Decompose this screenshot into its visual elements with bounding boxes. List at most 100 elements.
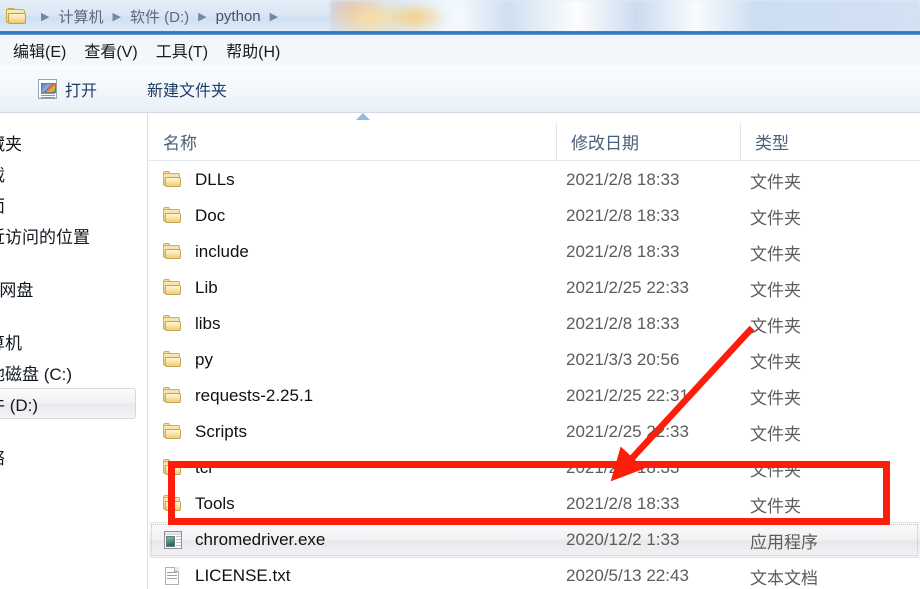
folder-icon bbox=[163, 495, 183, 513]
breadcrumb-separator-0[interactable]: ▶ bbox=[34, 10, 56, 23]
file-name-cell[interactable]: Scripts bbox=[149, 422, 556, 442]
file-type-cell: 文件夹 bbox=[750, 316, 801, 336]
file-type-cell: 文件夹 bbox=[750, 280, 801, 300]
column-header-type[interactable]: 类型 bbox=[740, 122, 920, 161]
file-name-cell[interactable]: include bbox=[149, 242, 556, 262]
file-name-cell[interactable]: requests-2.25.1 bbox=[149, 386, 556, 406]
open-button-label: 打开 bbox=[65, 82, 98, 100]
file-type-cell: 文件夹 bbox=[750, 496, 801, 516]
sidebar-item-wps-cloud[interactable]: S网盘 bbox=[0, 273, 148, 304]
folder-icon bbox=[6, 8, 27, 25]
file-date-cell: 2021/2/8 18:33 bbox=[566, 494, 680, 513]
breadcrumb-item-drive-d[interactable]: 软件 (D:) bbox=[128, 5, 191, 28]
sidebar-item-software-d[interactable]: 件 (D:) bbox=[0, 388, 136, 419]
file-name-label: chromedriver.exe bbox=[195, 530, 326, 549]
sidebar-item-label: 载 bbox=[0, 161, 5, 186]
file-name-label: LICENSE.txt bbox=[195, 566, 291, 585]
file-name-cell[interactable]: Doc bbox=[149, 206, 556, 226]
sidebar-item-label: 近访问的位置 bbox=[0, 228, 90, 247]
sidebar-item-label: 算机 bbox=[0, 334, 22, 353]
file-row[interactable]: requests-2.25.1 2021/2/25 22:31 文件夹 bbox=[149, 378, 920, 414]
breadcrumb-separator-1[interactable]: ▶ bbox=[105, 10, 127, 23]
folder-icon bbox=[163, 387, 183, 405]
sidebar-item-desktop[interactable]: 面 bbox=[0, 189, 148, 220]
menu-item-view[interactable]: 查看(V) bbox=[75, 36, 146, 64]
sidebar-item-network[interactable]: 络 bbox=[0, 441, 148, 472]
file-name-cell[interactable]: chromedriver.exe bbox=[149, 530, 556, 550]
file-name-cell[interactable]: libs bbox=[149, 314, 556, 334]
file-name-label: Tools bbox=[195, 494, 235, 513]
file-name-cell[interactable]: Tools bbox=[149, 494, 556, 514]
column-header-row: 名称 修改日期 类型 bbox=[149, 122, 920, 161]
menu-item-help[interactable]: 帮助(H) bbox=[217, 36, 289, 64]
sidebar-item-favorites[interactable]: 藏夹 bbox=[0, 127, 148, 158]
file-date-cell: 2021/2/8 18:33 bbox=[566, 314, 680, 333]
file-name-cell[interactable]: py bbox=[149, 350, 556, 370]
file-date-cell: 2021/2/8 18:33 bbox=[566, 206, 680, 225]
file-name-label: Doc bbox=[195, 206, 226, 225]
file-row[interactable]: Tools 2021/2/8 18:33 文件夹 bbox=[149, 486, 920, 522]
new-folder-button-label: 新建文件夹 bbox=[147, 82, 228, 100]
navigation-pane[interactable]: 藏夹 载 面 近访问的位置 S网盘 算机 地磁盘 (C:) 件 (D:) 络 bbox=[0, 113, 148, 589]
file-row[interactable]: tcl 2021/2/8 18:33 文件夹 bbox=[149, 450, 920, 486]
open-file-icon bbox=[38, 78, 57, 99]
file-row[interactable]: chromedriver.exe 2020/12/2 1:33 应用程序 bbox=[149, 522, 920, 558]
file-name-cell[interactable]: LICENSE.txt bbox=[149, 566, 556, 586]
file-list-pane[interactable]: 名称 修改日期 类型 DLLs 2021/2/8 18:33 文件夹 Doc 2021/… bbox=[149, 113, 920, 589]
sidebar-item-label: S网盘 bbox=[0, 281, 34, 300]
file-name-label: DLLs bbox=[195, 170, 235, 189]
breadcrumb-separator-2[interactable]: ▶ bbox=[191, 10, 213, 23]
file-name-cell[interactable]: Lib bbox=[149, 278, 556, 298]
folder-icon bbox=[163, 423, 183, 441]
sidebar-item-label: 络 bbox=[0, 444, 5, 469]
file-name-cell[interactable]: tcl bbox=[149, 458, 556, 478]
file-date-cell: 2021/2/25 22:31 bbox=[566, 386, 689, 405]
file-row[interactable]: DLLs 2021/2/8 18:33 文件夹 bbox=[149, 162, 920, 198]
text-file-icon bbox=[163, 567, 183, 585]
address-bar[interactable]: ▶ 计算机 ▶ 软件 (D:) ▶ python ▶ bbox=[0, 0, 920, 33]
sidebar-item-local-disk-c[interactable]: 地磁盘 (C:) bbox=[0, 357, 148, 388]
file-row[interactable]: py 2021/3/3 20:56 文件夹 bbox=[149, 342, 920, 378]
breadcrumb-item-python[interactable]: python bbox=[214, 7, 263, 26]
sidebar-item-downloads[interactable]: 载 bbox=[0, 158, 148, 189]
file-row[interactable]: Lib 2021/2/25 22:33 文件夹 bbox=[149, 270, 920, 306]
breadcrumb-item-computer[interactable]: 计算机 bbox=[56, 5, 105, 28]
file-row[interactable]: LICENSE.txt 2020/5/13 22:43 文本文档 bbox=[149, 558, 920, 589]
file-name-label: libs bbox=[195, 314, 221, 333]
file-name-cell[interactable]: DLLs bbox=[149, 170, 556, 190]
folder-icon bbox=[163, 315, 183, 333]
file-date-cell: 2021/2/25 22:33 bbox=[566, 422, 689, 441]
file-type-cell: 文件夹 bbox=[750, 388, 801, 408]
menu-item-edit[interactable]: 编辑(E) bbox=[4, 36, 75, 64]
folder-icon bbox=[163, 243, 183, 261]
file-name-label: Scripts bbox=[195, 422, 247, 441]
sidebar-item-recent-places[interactable]: 近访问的位置 bbox=[0, 220, 148, 251]
new-folder-button[interactable]: 新建文件夹 bbox=[137, 73, 237, 105]
column-header-date-modified[interactable]: 修改日期 bbox=[556, 122, 740, 161]
file-type-cell: 文件夹 bbox=[750, 424, 801, 444]
breadcrumb-separator-3[interactable]: ▶ bbox=[263, 10, 285, 23]
file-date-cell: 2021/2/25 22:33 bbox=[566, 278, 689, 297]
file-row[interactable]: Scripts 2021/2/25 22:33 文件夹 bbox=[149, 414, 920, 450]
sidebar-item-label: 件 (D:) bbox=[0, 396, 39, 415]
open-button[interactable]: 打开 bbox=[28, 73, 107, 105]
file-rows: DLLs 2021/2/8 18:33 文件夹 Doc 2021/2/8 18:33 文件… bbox=[149, 162, 920, 589]
file-date-cell: 2021/2/8 18:33 bbox=[566, 170, 680, 189]
toolbar: 打开 新建文件夹 bbox=[0, 65, 920, 113]
pane-divider[interactable] bbox=[147, 113, 148, 589]
file-type-cell: 文件夹 bbox=[750, 352, 801, 372]
file-date-cell: 2020/5/13 22:43 bbox=[566, 566, 689, 585]
sidebar-item-label: 藏夹 bbox=[0, 135, 22, 154]
menu-item-tools[interactable]: 工具(T) bbox=[147, 36, 217, 64]
sidebar-item-label: 地磁盘 (C:) bbox=[0, 365, 73, 384]
file-row[interactable]: libs 2021/2/8 18:33 文件夹 bbox=[149, 306, 920, 342]
file-row[interactable]: Doc 2021/2/8 18:33 文件夹 bbox=[149, 198, 920, 234]
file-row[interactable]: include 2021/2/8 18:33 文件夹 bbox=[149, 234, 920, 270]
sidebar-item-computer[interactable]: 算机 bbox=[0, 326, 148, 357]
folder-icon bbox=[163, 279, 183, 297]
column-header-name[interactable]: 名称 bbox=[149, 123, 556, 161]
file-type-cell: 文本文档 bbox=[750, 568, 818, 588]
folder-icon bbox=[163, 207, 183, 225]
